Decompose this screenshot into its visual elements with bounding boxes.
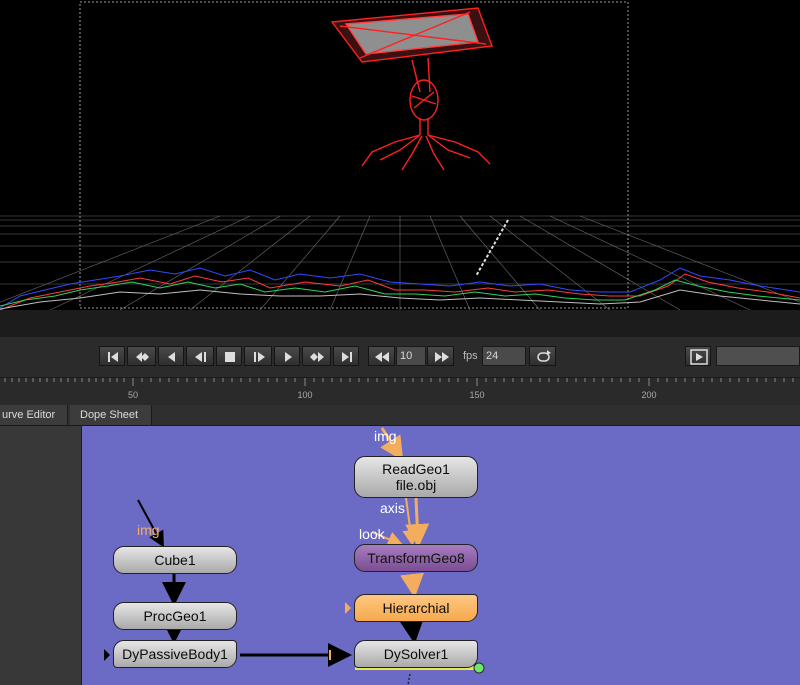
port-label-look: look — [359, 526, 385, 542]
viewer-3d[interactable] — [0, 0, 800, 310]
node-procgeo1-title: ProcGeo1 — [143, 608, 207, 624]
port-label-img: img — [137, 522, 160, 538]
node-cube1-title: Cube1 — [154, 552, 196, 568]
next-key-icon — [310, 352, 324, 362]
go-to-start-button[interactable] — [99, 346, 125, 366]
playback-mode-button[interactable] — [685, 346, 711, 366]
skip-start-icon — [108, 352, 118, 362]
node-transformgeo8-title: TransformGeo8 — [367, 550, 465, 566]
node-procgeo1[interactable]: ProcGeo1 — [113, 602, 237, 630]
port-label-axis: axis — [380, 500, 405, 516]
node-transformgeo8[interactable]: TransformGeo8 — [354, 544, 478, 572]
node-hierarchial[interactable]: Hierarchial — [354, 594, 478, 622]
ruler-ticks — [4, 378, 794, 386]
previous-keyframe-button[interactable] — [127, 346, 156, 366]
play-forward-button[interactable] — [244, 346, 272, 366]
editor-tab-bar: urve Editor Dope Sheet — [0, 405, 800, 426]
prev-key-icon — [136, 352, 149, 362]
go-to-end-button[interactable] — [333, 346, 359, 366]
ruler-tick-label: 50 — [127, 390, 139, 400]
node-dypassivebody1[interactable]: DyPassiveBody1 — [113, 640, 237, 668]
ruler-tick-label: 100 — [297, 390, 313, 400]
viewer-footer — [0, 310, 800, 337]
step-forward-button[interactable] — [274, 346, 300, 366]
node-dypassivebody1-title: DyPassiveBody1 — [122, 646, 228, 662]
step-back-icon — [168, 352, 175, 362]
dysolver-status-dot — [473, 662, 485, 674]
node-readgeo1-title: ReadGeo1 — [382, 461, 450, 477]
rewind-icon — [375, 352, 389, 362]
node-readgeo1[interactable]: ReadGeo1 file.obj — [354, 456, 478, 498]
play-icon — [254, 352, 265, 362]
node-graph[interactable]: img axis look img ReadGeo1 file.obj Tran… — [82, 426, 800, 685]
step-back-button[interactable] — [158, 346, 184, 366]
timeline-range-field[interactable] — [716, 346, 800, 366]
hierarchial-input-arrow — [345, 602, 351, 614]
fps-label: fps — [463, 350, 478, 362]
node-dysolver1-title: DySolver1 — [383, 646, 449, 662]
node-cube1[interactable]: Cube1 — [113, 546, 237, 574]
dypassive-input-arrow — [104, 649, 110, 661]
edge-dysolver-output — [407, 673, 411, 685]
port-label-img: img — [374, 428, 397, 444]
stop-icon — [225, 352, 235, 362]
node-readgeo1-file: file.obj — [395, 477, 437, 493]
jump-back-button[interactable] — [368, 346, 395, 366]
next-keyframe-button[interactable] — [302, 346, 331, 366]
jump-forward-button[interactable] — [427, 346, 454, 366]
ruler-tick-label: 150 — [469, 390, 485, 400]
loop-icon — [537, 350, 551, 362]
fps-field[interactable]: 24 — [482, 346, 526, 366]
tab-dope-sheet[interactable]: Dope Sheet — [70, 405, 152, 425]
ruler-tick-label: 200 — [641, 390, 657, 400]
node-dysolver1[interactable]: DySolver1 — [354, 640, 478, 668]
edge-hierarchial-dysolver — [399, 618, 424, 644]
play-box-icon — [690, 349, 708, 365]
node-side-panel — [0, 426, 82, 685]
skip-end-icon — [342, 352, 352, 362]
edge-transform-hierarchial — [400, 572, 424, 598]
edge-axis — [402, 497, 419, 546]
loop-button[interactable] — [529, 346, 556, 366]
transport-bar: 10 fps 24 — [0, 337, 800, 377]
play-backward-button[interactable] — [186, 346, 214, 366]
tab-curve-editor[interactable]: urve Editor — [0, 405, 68, 425]
play-back-icon — [195, 352, 206, 362]
viewport-scene — [0, 1, 800, 310]
frame-ruler[interactable]: 50 100 150 200 — [0, 377, 800, 406]
edge-readgeo-transform — [405, 497, 430, 548]
node-hierarchial-title: Hierarchial — [382, 600, 450, 616]
step-forward-icon — [285, 352, 292, 362]
stop-button[interactable] — [216, 346, 242, 366]
frame-increment-field[interactable]: 10 — [396, 346, 426, 366]
fast-forward-icon — [435, 352, 449, 362]
